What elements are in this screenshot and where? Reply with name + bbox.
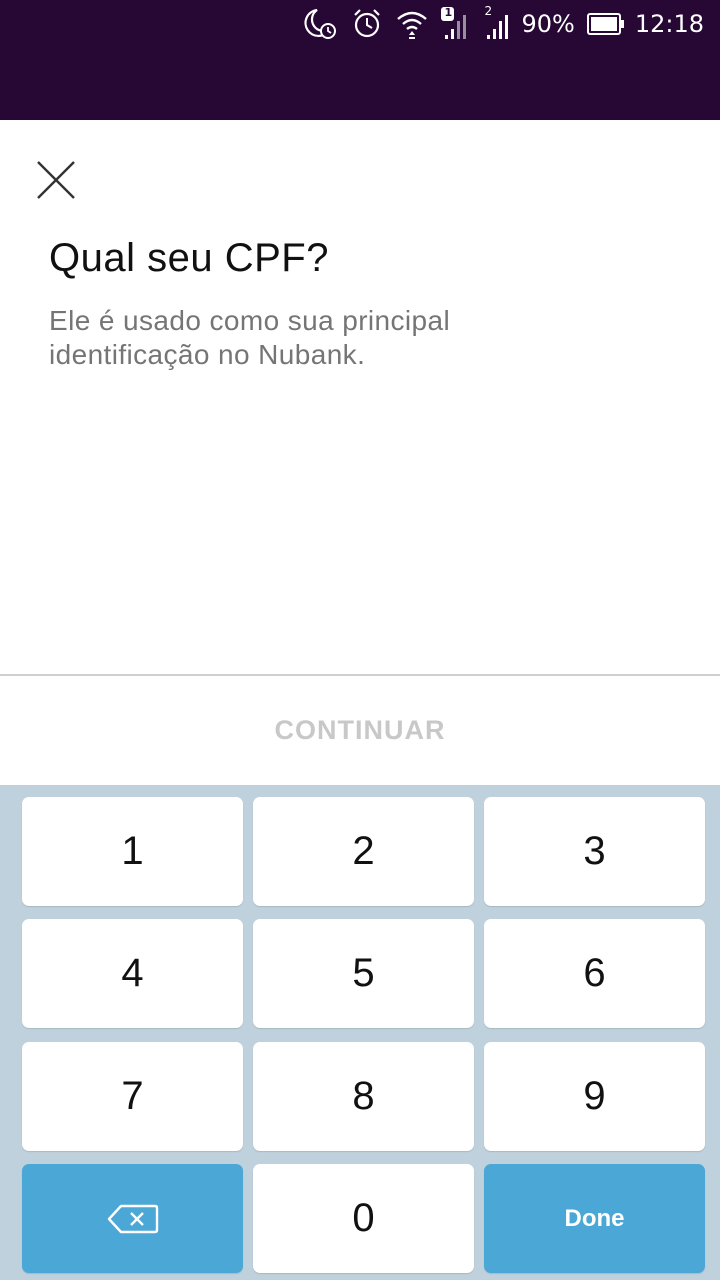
close-button[interactable] [28, 152, 84, 208]
numeric-keyboard: 1 2 3 4 5 6 7 8 9 0 Done [0, 785, 720, 1280]
key-6[interactable]: 6 [484, 919, 705, 1028]
alarm-clock-icon [351, 7, 383, 41]
key-7[interactable]: 7 [22, 1042, 243, 1151]
key-5[interactable]: 5 [253, 919, 474, 1028]
key-9[interactable]: 9 [484, 1042, 705, 1151]
backspace-key[interactable] [22, 1164, 243, 1273]
key-0[interactable]: 0 [253, 1164, 474, 1273]
key-1[interactable]: 1 [22, 797, 243, 906]
signal-sim2-icon: 2 [483, 4, 513, 41]
cpf-screen: Qual seu CPF? Ele é usado como sua princ… [0, 120, 720, 675]
status-bar: 1 2 90% 12:18 [0, 0, 720, 120]
moon-alarm-icon [303, 7, 339, 41]
clock: 12:18 [634, 10, 704, 38]
key-8[interactable]: 8 [253, 1042, 474, 1151]
key-2[interactable]: 2 [253, 797, 474, 906]
page-subtitle: Ele é usado como sua principal identific… [49, 305, 451, 370]
continue-button[interactable]: CONTINUAR [245, 705, 476, 756]
battery-percent: 90% [521, 10, 575, 38]
sim2-badge: 2 [484, 4, 493, 18]
continue-bar: CONTINUAR [0, 676, 720, 785]
status-icons: 1 2 90% 12:18 [291, 4, 704, 42]
page-title: Qual seu CPF? [49, 236, 329, 280]
wifi-icon [395, 7, 429, 41]
done-button[interactable]: Done [484, 1164, 705, 1273]
battery-icon [586, 12, 625, 36]
key-3[interactable]: 3 [484, 797, 705, 906]
signal-sim1-icon: 1 [441, 6, 471, 41]
sim1-badge: 1 [444, 6, 453, 19]
close-icon[interactable] [36, 160, 76, 200]
backspace-icon [107, 1204, 158, 1233]
key-4[interactable]: 4 [22, 919, 243, 1028]
